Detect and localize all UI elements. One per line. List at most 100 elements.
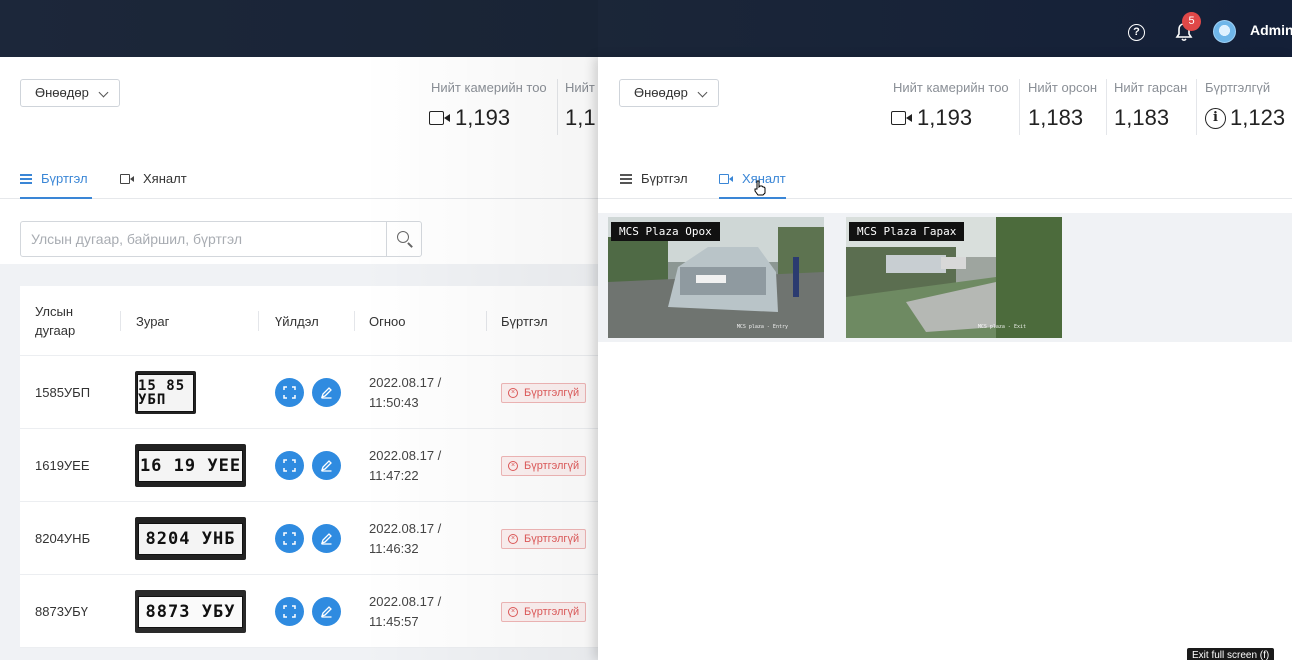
stat-value: 1,183 (1028, 105, 1084, 130)
pencil-icon (320, 533, 332, 545)
date-filter-value: Өнөөдөр (634, 85, 688, 100)
stat-label: Нийт камерийн тоо (431, 80, 547, 95)
left-header: Өнөөдөр Нийт камерийн тоо 1,193 Нийт 1,1… (0, 57, 598, 199)
list-icon (620, 173, 632, 184)
record-time: 11:46:32 (369, 540, 419, 556)
search-input[interactable] (20, 221, 387, 257)
plate-number: 1619УЕЕ (35, 458, 90, 473)
stat-total-exited: Нийт гарсан 1,183 (1114, 80, 1187, 131)
record-date: 2022.08.17 / (369, 374, 442, 390)
list-icon (20, 173, 32, 184)
status-badge: × Бүртгэлгүй (501, 528, 587, 549)
record-date: 2022.08.17 / (369, 520, 442, 536)
help-icon[interactable]: ? (1128, 24, 1145, 41)
expand-icon (283, 605, 296, 618)
record-time: 11:50:43 (369, 394, 419, 410)
expand-button[interactable] (275, 524, 304, 553)
stat-value: 1,193 (917, 105, 973, 130)
camera-icon (429, 110, 451, 126)
camera-feeds: MCS Plaza Орох MCS plaza - Entry MCS Pla… (598, 213, 1292, 342)
top-bar: ? 5 Admin (0, 0, 1292, 57)
search-button[interactable] (386, 221, 422, 257)
right-header: Өнөөдөр Нийт камерийн тоо 1,193 Нийт орс… (598, 57, 1292, 199)
plate-image[interactable]: 16 19 УЕЕ (135, 444, 246, 487)
active-tab-indicator (719, 197, 786, 199)
table-row[interactable]: 1619УЕЕ 16 19 УЕЕ 2022.08.17 / 11:47:22 ×… (20, 429, 598, 502)
user-name[interactable]: Admin (1250, 22, 1292, 38)
close-circle-icon: × (508, 387, 518, 398)
camera-label: MCS Plaza Орох (611, 222, 720, 241)
record-date: 2022.08.17 / (369, 593, 442, 609)
camera-feed-exit[interactable]: MCS Plaza Гарах MCS plaza - Exit (846, 217, 1062, 338)
date-filter-select[interactable]: Өнөөдөр (619, 79, 719, 107)
pencil-icon (320, 460, 332, 472)
camera-overlay-text: MCS plaza - Entry (736, 324, 788, 330)
stat-divider (1196, 79, 1197, 135)
table-row[interactable]: 1585УБП 15 85 УБП 2022.08.17 / 11:50:43 ×… (20, 356, 598, 429)
expand-icon (283, 532, 296, 545)
record-date: 2022.08.17 / (369, 447, 442, 463)
camera-overlay-text: MCS plaza - Exit (977, 324, 1026, 330)
stat-label: Нийт орсон (1028, 80, 1097, 95)
stat-total-cameras: Нийт камерийн тоо 1,193 (891, 80, 1009, 131)
plate-number: 1585УБП (35, 385, 91, 400)
table-row[interactable]: 8204УНБ 8204 УНБ 2022.08.17 / 11:46:32 × Б… (20, 502, 598, 575)
edit-button[interactable] (312, 597, 341, 626)
plate-image[interactable]: 8204 УНБ (135, 517, 246, 560)
monitoring-panel: Өнөөдөр Нийт камерийн тоо 1,193 Нийт орс… (598, 57, 1292, 660)
notification-badge: 5 (1182, 12, 1201, 31)
close-circle-icon: × (508, 533, 518, 544)
top-bar-left-region (0, 0, 598, 57)
tab-monitoring[interactable]: Хяналт (120, 171, 187, 186)
avatar[interactable] (1213, 20, 1236, 43)
close-circle-icon: × (508, 606, 518, 617)
table-row[interactable]: 8873УБҮ 8873 УБУ 2022.08.17 / 11:45:57 × Б… (20, 575, 598, 648)
chevron-down-icon (98, 87, 109, 98)
camera-label: MCS Plaza Гарах (849, 222, 965, 241)
video-camera-icon (120, 173, 134, 184)
tab-monitoring[interactable]: Хяналт (719, 171, 786, 186)
edit-button[interactable] (312, 378, 341, 407)
right-tabs: Бүртгэл Хяналт (598, 157, 1292, 199)
expand-icon (283, 386, 296, 399)
expand-button[interactable] (275, 451, 304, 480)
camera-feed-entry[interactable]: MCS Plaza Орох MCS plaza - Entry (608, 217, 824, 338)
edit-button[interactable] (312, 524, 341, 553)
stat-value: 1,1 (565, 105, 596, 130)
stat-label: Нийт (565, 80, 595, 95)
stat-divider (1106, 79, 1107, 135)
close-circle-icon: × (508, 460, 518, 471)
tab-registration[interactable]: Бүртгэл (20, 171, 88, 186)
table-header: Улсын дугаар Зураг Үйлдэл Огноо Бүртгэл (20, 286, 598, 356)
plate-image[interactable]: 15 85 УБП (135, 371, 196, 414)
column-header-registration: Бүртгэл (501, 313, 548, 329)
exit-fullscreen-hint: Exit full screen (f) (1187, 648, 1275, 660)
expand-button[interactable] (275, 597, 304, 626)
expand-icon (283, 459, 296, 472)
stat-label: Нийт камерийн тоо (893, 80, 1009, 95)
tab-registration[interactable]: Бүртгэл (620, 171, 688, 186)
column-header-image: Зураг (136, 313, 170, 329)
record-time: 11:47:22 (369, 467, 419, 483)
column-header-date: Огноо (369, 313, 406, 329)
plates-table: Улсын дугаар Зураг Үйлдэл Огноо Бүртгэл 1… (20, 286, 598, 648)
edit-button[interactable] (312, 451, 341, 480)
chevron-down-icon (697, 87, 708, 98)
tab-label: Бүртгэл (641, 171, 688, 186)
stat-value: 1,123 (1230, 105, 1286, 130)
stat-value: 1,193 (455, 105, 511, 130)
stat-total-entered: Нийт орсон 1,183 (1028, 80, 1097, 131)
expand-button[interactable] (275, 378, 304, 407)
date-filter-select[interactable]: Өнөөдөр (20, 79, 120, 107)
status-badge: × Бүртгэлгүй (501, 455, 587, 476)
column-header-action: Үйлдэл (275, 313, 319, 329)
status-badge: × Бүртгэлгүй (501, 601, 587, 622)
info-icon: i (1205, 107, 1226, 129)
plate-image[interactable]: 8873 УБУ (135, 590, 246, 633)
status-badge: × Бүртгэлгүй (501, 382, 587, 403)
record-time: 11:45:57 (369, 613, 419, 629)
video-camera-icon (719, 173, 733, 184)
stat-label: Нийт гарсан (1114, 80, 1188, 95)
plate-number: 8204УНБ (35, 531, 91, 546)
stat-label: Бүртгэлгүй (1205, 80, 1271, 95)
